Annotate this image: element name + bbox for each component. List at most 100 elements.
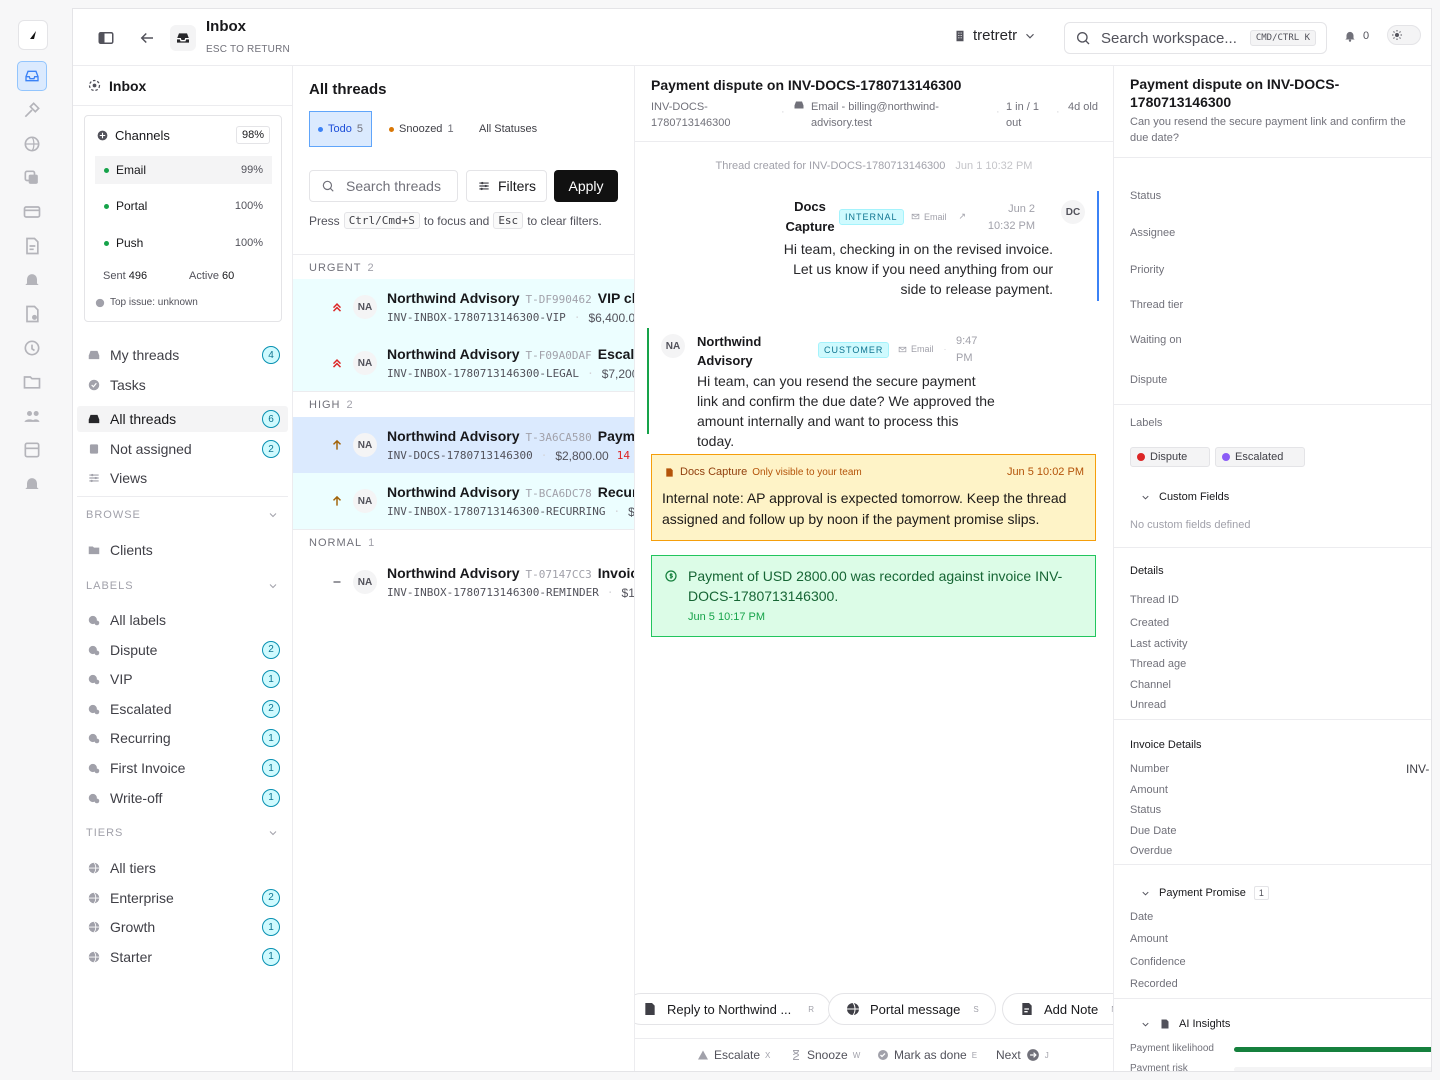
invoice-amount: $7,200 [601, 367, 634, 381]
copy-icon[interactable] [22, 168, 42, 188]
thread-search-input[interactable]: Search threads [346, 178, 441, 194]
thread-subject: Escalation [597, 346, 634, 362]
nav-tasks[interactable]: Tasks [77, 372, 288, 398]
separator: · [540, 449, 548, 462]
field-label: Due Date [1130, 825, 1177, 837]
thread-search[interactable]: Search threads [309, 170, 458, 202]
apply-button[interactable]: Apply [554, 170, 618, 202]
nav-clients[interactable]: Clients [77, 537, 288, 563]
arrow-right-icon [1026, 1048, 1040, 1062]
report-icon[interactable] [22, 304, 42, 324]
channel-label: Email [911, 344, 934, 354]
workspace-search[interactable]: Search workspace... CMD/CTRL K [1064, 22, 1327, 54]
label-item-2[interactable]: VIP 1 [77, 666, 288, 692]
details-section-title: Details [1130, 565, 1164, 577]
tab-all-statuses[interactable]: All Statuses [471, 111, 545, 147]
tier-item-2[interactable]: Growth 1 [77, 914, 288, 940]
search-shortcut: CMD/CTRL K [1249, 30, 1316, 46]
next-button[interactable]: Next J [996, 1048, 1049, 1062]
label-chip-dispute[interactable]: Dispute [1130, 447, 1210, 467]
payment-text: Payment of USD 2800.00 was recorded agai… [688, 568, 1063, 604]
ai-insights-toggle[interactable]: AI Insights [1140, 1018, 1230, 1030]
notifications-button[interactable]: 0 [1343, 29, 1369, 43]
label-item-1[interactable]: Dispute 2 [77, 637, 288, 663]
client-name: Northwind Advisory [387, 290, 520, 306]
add-note-button[interactable]: Add Note N [1002, 993, 1113, 1025]
channel-email[interactable]: Email 99% [95, 156, 272, 184]
workspace-switcher[interactable]: tretretr [953, 27, 1037, 44]
tag-icon [87, 761, 101, 775]
users-icon[interactable] [22, 406, 42, 426]
label-chip-escalated[interactable]: Escalated [1215, 447, 1305, 467]
avatar: DC [1061, 200, 1085, 224]
search-icon [1075, 30, 1091, 46]
portal-message-button[interactable]: Portal message S [828, 993, 996, 1025]
thread-id: T-DF990462 [525, 293, 592, 306]
mail-icon [911, 212, 920, 221]
thread-row-details: INV-INBOX-1780713146300-RECURRING · $ [387, 505, 634, 519]
reply-button[interactable]: Reply to Northwind ... R [635, 993, 832, 1025]
nav-not-assigned[interactable]: Not assigned 2 [77, 436, 288, 462]
alert-bell-icon[interactable] [22, 474, 42, 494]
mark-done-button[interactable]: Mark as done E [877, 1048, 977, 1062]
clock-icon[interactable] [22, 338, 42, 358]
folder-icon[interactable] [22, 372, 42, 392]
tab-todo[interactable]: Todo 5 [309, 111, 372, 147]
tiers-section-header[interactable]: TIERS [86, 827, 279, 839]
logo-icon[interactable] [18, 20, 48, 50]
bell-icon[interactable] [22, 270, 42, 290]
count-badge: 6 [262, 410, 280, 428]
field-label: Recorded [1130, 978, 1178, 990]
payment-promise-toggle[interactable]: Payment Promise 1 [1140, 886, 1269, 900]
nav-all-threads[interactable]: All threads 6 [77, 406, 288, 432]
thread-row[interactable]: NA Northwind Advisory T-F09A0DAF Escalation… [293, 335, 634, 391]
app-window: Inbox ESC TO RETURN tretretr Search work… [72, 8, 1432, 1072]
channel-name: Push [116, 236, 144, 250]
browse-section-header[interactable]: BROWSE [86, 509, 279, 521]
label-item-3[interactable]: Escalated 2 [77, 696, 288, 722]
thread-row[interactable]: NA Northwind Advisory T-BCA6DC78 Recurring I… [293, 473, 634, 529]
labels-section-header[interactable]: LABELS [86, 580, 279, 592]
tab-snoozed[interactable]: Snoozed 1 [381, 111, 462, 147]
nav-views[interactable]: Views [77, 465, 288, 491]
group-normal: NORMAL 1 [293, 529, 634, 555]
tools-icon[interactable] [22, 100, 42, 120]
escalate-button[interactable]: Escalate X [697, 1048, 770, 1062]
thread-row[interactable]: NA Northwind Advisory T-3A6CA580 Payment INV… [293, 417, 634, 473]
channel-portal[interactable]: Portal 100% [95, 192, 272, 220]
custom-fields-toggle[interactable]: Custom Fields [1140, 491, 1229, 503]
sidebar-header: Inbox [73, 66, 292, 106]
priority-urgent-icon [330, 300, 344, 314]
thread-row[interactable]: NA Northwind Advisory T-07147CC3 Invoice INV… [293, 554, 634, 610]
label-item-6[interactable]: Write-off 1 [77, 785, 288, 811]
snooze-button[interactable]: Snooze W [790, 1048, 860, 1062]
filters-button[interactable]: Filters [466, 170, 547, 202]
tier-item-3[interactable]: Starter 1 [77, 944, 288, 970]
tier-item-1[interactable]: Enterprise 2 [77, 885, 288, 911]
status-dot [318, 126, 323, 132]
archive-icon[interactable] [22, 440, 42, 460]
label-item-0[interactable]: All labels [77, 607, 288, 633]
client-name: Northwind Advisory [387, 428, 520, 444]
globe-icon[interactable] [22, 134, 42, 154]
label-item-5[interactable]: First Invoice 1 [77, 755, 288, 781]
card-icon[interactable] [22, 202, 42, 222]
promise-count: 1 [1253, 886, 1269, 900]
nav-label: Tasks [110, 377, 146, 393]
label-item-4[interactable]: Recurring 1 [77, 725, 288, 751]
priority-high-icon [330, 438, 344, 452]
inbox-icon[interactable] [17, 61, 47, 91]
thread-row[interactable]: NA Northwind Advisory T-DF990462 VIP client… [293, 279, 634, 335]
document-icon[interactable] [22, 236, 42, 256]
sidebar-toggle-icon[interactable] [97, 29, 115, 47]
channel-push[interactable]: Push 100% [95, 229, 272, 257]
inbox-icon [87, 348, 101, 362]
group-count: 2 [346, 398, 353, 411]
nav-my-threads[interactable]: My threads 4 [77, 342, 288, 368]
divider [1114, 404, 1431, 405]
search-input[interactable]: Search workspace... [1101, 30, 1240, 47]
theme-toggle[interactable] [1387, 25, 1421, 45]
tier-item-0[interactable]: All tiers [77, 855, 288, 881]
back-arrow-icon[interactable] [138, 29, 156, 47]
field-label: Thread ID [1130, 594, 1179, 606]
